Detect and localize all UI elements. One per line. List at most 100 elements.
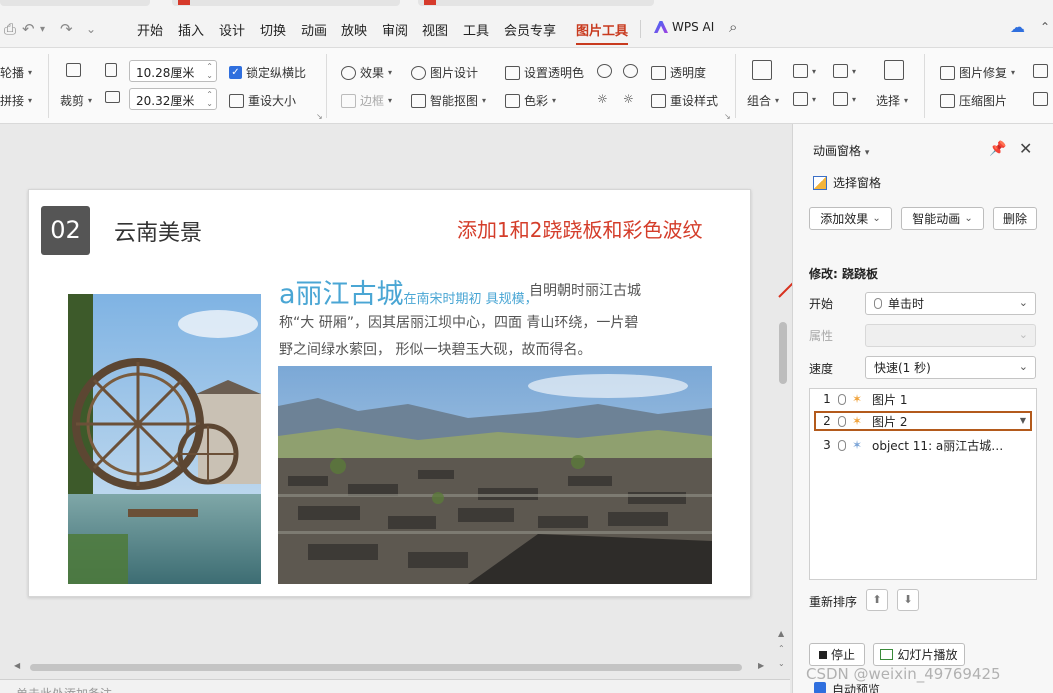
- bring-forward-icon[interactable]: ▾: [833, 64, 856, 78]
- next-slide-icon[interactable]: ⌄: [778, 659, 785, 668]
- auto-preview-checkbox[interactable]: [814, 682, 826, 693]
- tab-review[interactable]: 审阅: [382, 20, 408, 39]
- brightness-up-icon[interactable]: ☼: [597, 92, 608, 106]
- height-input[interactable]: 20.32厘米 ⌃ ⌄: [129, 88, 217, 110]
- picture-extra2-icon[interactable]: [1033, 92, 1048, 106]
- dialog-launcher-icon[interactable]: ↘: [316, 112, 323, 121]
- rotate-dropdown-icon[interactable]: ▾: [793, 64, 816, 78]
- tab-slideshow[interactable]: 放映: [341, 20, 367, 39]
- slideshow-play-button[interactable]: 幻灯片播放: [873, 643, 965, 666]
- slide-red-note[interactable]: 添加1和2跷跷板和彩色波纹: [457, 214, 702, 243]
- align-dropdown-icon[interactable]: ▾: [793, 92, 816, 106]
- move-up-button[interactable]: ⬆: [866, 589, 888, 611]
- section-heading[interactable]: a丽江古城在南宋时期初 具规模，: [279, 272, 538, 311]
- tab-design[interactable]: 设计: [219, 20, 245, 39]
- rotate-left-icon[interactable]: [597, 64, 612, 78]
- workspace-horizontal-scrollbar[interactable]: ◀ ▶: [0, 661, 776, 673]
- compress-picture-button[interactable]: 压缩图片: [940, 92, 1007, 109]
- tab-insert[interactable]: 插入: [178, 20, 204, 39]
- property-select: ⌄: [865, 324, 1036, 347]
- waterwheel-photo[interactable]: [68, 294, 261, 584]
- effect-button[interactable]: 效果 ▾: [341, 64, 392, 81]
- lock-ratio-checkbox[interactable]: ✓ 锁定纵横比: [229, 64, 306, 81]
- color-button[interactable]: 色彩 ▾: [505, 92, 556, 109]
- tab-picture-tools[interactable]: 图片工具: [576, 20, 629, 45]
- search-icon[interactable]: ⌕: [729, 18, 737, 36]
- quick-access-more-icon[interactable]: ⌄: [86, 22, 96, 36]
- picture-design-button[interactable]: 图片设计: [411, 64, 478, 81]
- old-town-photo[interactable]: [278, 366, 712, 584]
- width-icon: [105, 63, 117, 77]
- border-button[interactable]: 边框 ▾: [341, 92, 392, 109]
- doc-tab[interactable]: [0, 0, 150, 6]
- tab-tools[interactable]: 工具: [463, 20, 489, 39]
- crop-icon[interactable]: [66, 63, 81, 77]
- prev-slide-icon[interactable]: ⌃: [778, 644, 785, 653]
- selection-pane-link[interactable]: 选择窗格: [813, 174, 881, 191]
- crop-button[interactable]: 裁剪 ▾: [60, 92, 92, 109]
- workspace-vertical-scrollbar[interactable]: ▲ ⌃ ⌄: [776, 124, 790, 693]
- wps-ai-label: WPS AI: [672, 20, 715, 34]
- pin-icon[interactable]: 📌: [989, 141, 1006, 157]
- horizontal-scroll-thumb[interactable]: [30, 664, 742, 671]
- property-label: 属性: [809, 329, 834, 343]
- notes-placeholder[interactable]: 单击此处添加备注: [16, 685, 112, 693]
- reset-style-button[interactable]: 重设样式: [651, 92, 718, 109]
- slide-title[interactable]: 云南美景: [114, 215, 202, 247]
- carousel-button[interactable]: 轮播 ▾: [0, 64, 32, 81]
- brightness-down-icon[interactable]: ☼: [623, 92, 634, 106]
- dialog-launcher-icon[interactable]: ↘: [724, 112, 731, 121]
- redo-icon[interactable]: ↷: [60, 20, 73, 38]
- picture-repair-button[interactable]: 图片修复 ▾: [940, 64, 1015, 81]
- move-down-button[interactable]: ⬇: [897, 589, 919, 611]
- scroll-right-icon[interactable]: ▶: [758, 661, 764, 670]
- combine-icon[interactable]: [752, 60, 772, 80]
- width-input[interactable]: 10.28厘米 ⌃ ⌄: [129, 60, 217, 82]
- tab-transition[interactable]: 切换: [260, 20, 286, 39]
- undo-dropdown-icon[interactable]: ▾: [40, 24, 45, 35]
- tab-animation[interactable]: 动画: [301, 20, 327, 39]
- wps-ai-button[interactable]: WPS AI: [654, 20, 714, 34]
- notes-bar[interactable]: [0, 679, 790, 693]
- collapse-ribbon-icon[interactable]: ⌃: [1040, 20, 1050, 34]
- add-effect-button[interactable]: 添加效果 ⌄: [809, 207, 892, 230]
- print-icon[interactable]: ⎙: [4, 20, 16, 38]
- cloud-upload-icon[interactable]: ☁: [1010, 18, 1025, 36]
- slide-canvas[interactable]: 02 云南美景 添加1和2跷跷板和彩色波纹 a丽江古城在南宋时期初 具规模， 自…: [28, 189, 751, 597]
- doc-tab[interactable]: [172, 0, 400, 6]
- doc-tab-active[interactable]: [418, 0, 654, 6]
- picture-extra-icon[interactable]: [1033, 64, 1048, 78]
- speed-select[interactable]: 快速(1 秒) ⌄: [865, 356, 1036, 379]
- reset-size-button[interactable]: 重设大小: [229, 92, 296, 109]
- set-transparent-button[interactable]: 设置透明色: [505, 64, 584, 81]
- delete-button[interactable]: 删除: [993, 207, 1037, 230]
- tab-home[interactable]: 开始: [137, 20, 163, 39]
- close-icon[interactable]: ✕: [1019, 139, 1032, 158]
- item-dropdown-icon[interactable]: ▼: [1020, 416, 1026, 425]
- select-icon[interactable]: [884, 60, 904, 80]
- transparency-button[interactable]: 透明度: [651, 64, 706, 81]
- combine-button[interactable]: 组合 ▾: [747, 92, 779, 109]
- smart-animation-button[interactable]: 智能动画 ⌄: [901, 207, 984, 230]
- smart-cutout-button[interactable]: 智能抠图 ▾: [411, 92, 486, 109]
- select-button[interactable]: 选择 ▾: [876, 92, 908, 109]
- vertical-scroll-thumb[interactable]: [779, 322, 787, 384]
- animation-item-3[interactable]: 3 ✶ object 11: a丽江古城在...: [816, 435, 1030, 455]
- chevron-down-icon: ⌄: [1018, 328, 1028, 341]
- animation-list[interactable]: 1 ✶ 图片 1 2 ✶ 图片 2 ▼ 3 ✶ object 11: a丽江古城…: [809, 388, 1037, 580]
- tab-member[interactable]: 会员专享: [504, 20, 556, 39]
- stitch-button[interactable]: 拼接 ▾: [0, 92, 32, 109]
- animation-pane-title[interactable]: 动画窗格 ▾: [813, 142, 869, 159]
- reset-style-label: 重设样式: [670, 94, 719, 108]
- scroll-left-icon[interactable]: ◀: [14, 661, 20, 670]
- animation-item-2[interactable]: 2 ✶ 图片 2 ▼: [814, 411, 1032, 431]
- send-backward-icon[interactable]: ▾: [833, 92, 856, 106]
- stop-button[interactable]: 停止: [809, 643, 865, 666]
- slide-workspace: 02 云南美景 添加1和2跷跷板和彩色波纹 a丽江古城在南宋时期初 具规模， 自…: [0, 124, 790, 693]
- start-select[interactable]: 单击时 ⌄: [865, 292, 1036, 315]
- scroll-up-icon[interactable]: ▲: [778, 629, 784, 638]
- tab-view[interactable]: 视图: [422, 20, 448, 39]
- rotate-right-icon[interactable]: [623, 64, 638, 78]
- undo-icon[interactable]: ↶: [22, 20, 35, 38]
- animation-item-1[interactable]: 1 ✶ 图片 1: [816, 389, 1030, 409]
